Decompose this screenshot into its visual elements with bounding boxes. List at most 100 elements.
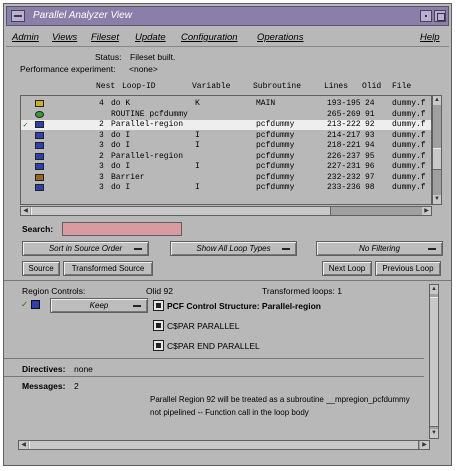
divider (4, 376, 424, 377)
barrier-icon (35, 173, 44, 181)
messages-horizontal-scrollbar[interactable]: ◀ ▶ (18, 440, 430, 450)
cspar-end-parallel-label: C$PAR END PARALLEL (167, 341, 260, 351)
loop-cell-lines: 232-232 (327, 172, 361, 182)
messages-scroll-right-arrow-icon[interactable]: ▶ (420, 441, 429, 449)
search-label: Search: (22, 224, 54, 234)
loop-list-vertical-scrollbar[interactable]: ▲ ▼ (432, 95, 442, 205)
header-variable: Variable (192, 82, 231, 91)
scroll-down-arrow-icon[interactable]: ▼ (433, 195, 441, 204)
maximize-icon[interactable] (434, 10, 446, 22)
loop-cell-olid: 98 (365, 183, 375, 192)
loop-row[interactable]: 3 Barrier pcfdummy 232-232 97 dummy.f (21, 173, 431, 183)
loop-row[interactable]: 3 do I Ipcfdummy 214-217 93 dummy.f (21, 131, 431, 141)
loop-cell-nest: 3 (99, 162, 104, 171)
menu-update[interactable]: Update (135, 32, 166, 43)
window-menu-icon[interactable] (11, 10, 25, 22)
loop-cell-subroutine: pcfdummy (256, 183, 295, 192)
loop-cell-loop: Barrier (111, 172, 145, 182)
messages-horizontal-scroll-thumb[interactable] (29, 441, 419, 449)
parallel-analyzer-window: Parallel Analyzer View Admin Views Files… (3, 3, 452, 466)
title-bar[interactable]: Parallel Analyzer View (6, 6, 449, 26)
search-input[interactable] (62, 222, 182, 236)
filter-menu[interactable]: No Filtering (316, 241, 443, 256)
cspar-end-parallel-icon[interactable] (153, 340, 164, 351)
loop-cell-variable: I (195, 183, 200, 192)
scroll-thumb[interactable] (433, 148, 441, 170)
loop-row[interactable]: 4 do K K MAIN 193-195 24 dummy.f (21, 99, 431, 109)
checkmark-icon: ✓ (21, 299, 29, 309)
next-loop-button[interactable]: Next Loop (322, 261, 372, 276)
header-subroutine: Subroutine (253, 82, 302, 91)
filter-label: No Filtering (359, 244, 400, 253)
menu-bar: Admin Views Fileset Update Configuration… (6, 30, 449, 47)
loop-cell-olid: 95 (365, 151, 375, 161)
sort-order-label: Sort in Source Order (48, 244, 123, 253)
horizontal-scroll-thumb[interactable] (31, 207, 331, 215)
region-panel-scrollbar[interactable]: ▲ ▼ (429, 284, 439, 439)
menu-admin[interactable]: Admin (12, 32, 39, 43)
loop-cell-olid: 91 (365, 109, 375, 119)
loop-cell-variable: K (195, 99, 200, 108)
messages-scroll-left-arrow-icon[interactable]: ◀ (19, 441, 28, 449)
scroll-right-arrow-icon[interactable]: ▶ (422, 207, 431, 215)
keep-menu[interactable]: Keep (50, 298, 148, 313)
cspar-parallel-icon[interactable] (153, 320, 164, 331)
loop-row[interactable]: ROUTINE pcfdummy 265-269 91 dummy.f (21, 110, 431, 120)
loop-cell-subroutine: pcfdummy (256, 141, 295, 150)
menu-help[interactable]: Help (420, 32, 440, 43)
sort-order-menu[interactable]: Sort in Source Order (22, 241, 149, 256)
loop-cell-loop: do I (111, 162, 131, 171)
loop-list-horizontal-scrollbar[interactable]: ◀ ▶ (20, 206, 432, 216)
menu-operations[interactable]: Operations (257, 32, 303, 43)
loop-cell-lines: 227-231 (327, 162, 361, 171)
checkmark-icon: ✓ (23, 121, 28, 130)
pcf-structure-icon[interactable] (153, 300, 164, 311)
loop-cell-variable: I (195, 130, 200, 140)
loop-row[interactable]: 3 do I Ipcfdummy 233-236 98 dummy.f (21, 183, 431, 193)
loop-cell-nest: 2 (99, 120, 104, 129)
loop-cell-loop: do I (111, 130, 131, 140)
loop-cell-subroutine: pcfdummy (256, 130, 295, 140)
loop-cell-olid: 93 (365, 130, 375, 140)
previous-loop-button[interactable]: Previous Loop (375, 261, 441, 276)
source-button[interactable]: Source (22, 261, 60, 276)
loop-cell-subroutine: pcfdummy (256, 172, 295, 182)
keep-label: Keep (89, 301, 109, 310)
loop-row[interactable]: 3 do I Ipcfdummy 227-231 96 dummy.f (21, 162, 431, 172)
loop-cell-lines: 233-236 (327, 183, 361, 192)
loop-row[interactable]: ✓ 2 Parallel-region pcfdummy 213-222 92 dummy.… (21, 120, 431, 130)
yellow-loop-icon (35, 100, 44, 107)
loop-cell-olid: 92 (365, 120, 375, 129)
menu-fileset[interactable]: Fileset (91, 32, 119, 43)
minimize-icon[interactable] (420, 10, 432, 22)
loop-cell-subroutine: pcfdummy (256, 120, 295, 129)
loop-cell-nest: 2 (99, 151, 104, 161)
loop-list[interactable]: 4 do K K MAIN 193-195 24 dummy.f ROUTINE pcfdum… (20, 95, 432, 205)
region-olid: Olid 92 (146, 286, 173, 296)
blue-region-icon (35, 121, 44, 128)
loop-row[interactable]: 2 Parallel-region pcfdummy 226-237 95 dummy.f (21, 152, 431, 162)
region-scroll-thumb[interactable] (430, 297, 438, 427)
blue-loop-icon (35, 131, 44, 139)
loop-cell-subroutine: pcfdummy (256, 162, 295, 171)
loop-cell-variable: I (195, 141, 200, 150)
experiment-value: <none> (129, 64, 158, 74)
menu-views[interactable]: Views (52, 32, 77, 43)
region-scroll-up-arrow-icon[interactable]: ▲ (430, 285, 438, 294)
scroll-up-arrow-icon[interactable]: ▲ (433, 96, 441, 105)
loop-cell-file: dummy.f (392, 141, 426, 150)
loop-types-menu[interactable]: Show All Loop Types (170, 241, 297, 256)
transformed-source-button[interactable]: Transformed Source (63, 261, 153, 276)
loop-cell-file: dummy.f (392, 120, 426, 129)
loop-cell-loop: Parallel-region (111, 151, 184, 161)
loop-row[interactable]: 3 do I Ipcfdummy 218-221 94 dummy.f (21, 141, 431, 151)
menu-configuration[interactable]: Configuration (181, 32, 238, 43)
window-title: Parallel Analyzer View (33, 10, 132, 21)
header-nest: Nest (96, 82, 116, 91)
scroll-left-arrow-icon[interactable]: ◀ (21, 207, 30, 215)
experiment-label: Performance experiment: (20, 64, 116, 74)
loop-cell-lines: 226-237 (327, 151, 361, 161)
region-scroll-down-arrow-icon[interactable]: ▼ (430, 429, 438, 438)
loop-cell-file: dummy.f (392, 99, 426, 108)
loop-cell-nest: 3 (99, 130, 104, 140)
